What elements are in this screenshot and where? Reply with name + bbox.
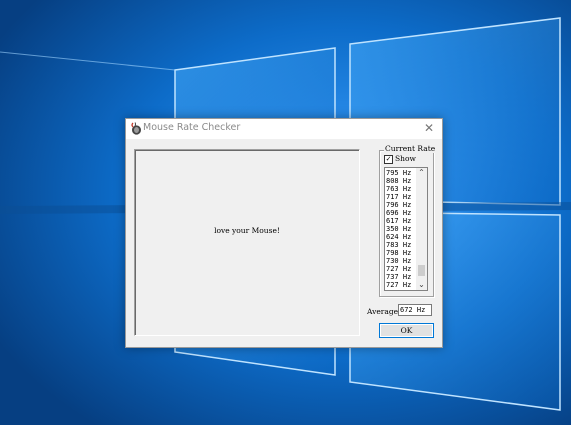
show-checkbox-label[interactable]: Show [395,154,416,163]
rate-list-item[interactable]: 624 Hz [386,233,411,241]
rate-list-item[interactable]: 717 Hz [386,193,411,201]
rate-list-item[interactable]: 795 Hz [386,169,411,177]
mouse-app-icon [131,122,141,135]
canvas-message: love your Mouse! [214,226,280,235]
ok-button[interactable]: OK [379,323,434,338]
average-value-field: 672 Hz [398,304,432,316]
average-label: Average [367,307,399,316]
rate-list: 795 Hz 808 Hz 763 Hz 717 Hz 796 Hz 696 Hz 617 … [386,169,411,289]
rate-list-item[interactable]: 808 Hz [386,177,411,185]
title-bar[interactable]: Mouse Rate Checker ✕ [126,119,442,139]
rate-listbox[interactable]: 795 Hz 808 Hz 763 Hz 717 Hz 796 Hz 696 Hz 617 … [384,167,428,291]
rate-list-item[interactable]: 737 Hz [386,273,411,281]
rate-list-item[interactable]: 796 Hz [386,201,411,209]
rate-list-item[interactable]: 696 Hz [386,209,411,217]
current-rate-label: Current Rate [384,144,437,153]
rate-list-item[interactable]: 783 Hz [386,241,411,249]
rate-list-item[interactable]: 350 Hz [386,225,411,233]
rate-list-scrollbar[interactable]: ⌃ ⌄ [416,168,427,290]
rate-list-item[interactable]: 763 Hz [386,185,411,193]
scroll-up-icon[interactable]: ⌃ [416,168,427,178]
mouse-rate-checker-window: Mouse Rate Checker ✕ love your Mouse! Cu… [125,118,443,348]
close-icon[interactable]: ✕ [422,121,436,135]
rate-list-item[interactable]: 617 Hz [386,217,411,225]
rate-list-item[interactable]: 730 Hz [386,257,411,265]
rate-list-item[interactable]: 727 Hz [386,281,411,289]
window-title: Mouse Rate Checker [143,122,241,133]
checkbox-icon[interactable]: ✓ [384,155,393,164]
mouse-test-area[interactable]: love your Mouse! [134,149,360,336]
scroll-thumb[interactable] [418,265,425,276]
rate-list-item[interactable]: 798 Hz [386,249,411,257]
rate-list-item[interactable]: 727 Hz [386,265,411,273]
scroll-down-icon[interactable]: ⌄ [416,280,427,290]
